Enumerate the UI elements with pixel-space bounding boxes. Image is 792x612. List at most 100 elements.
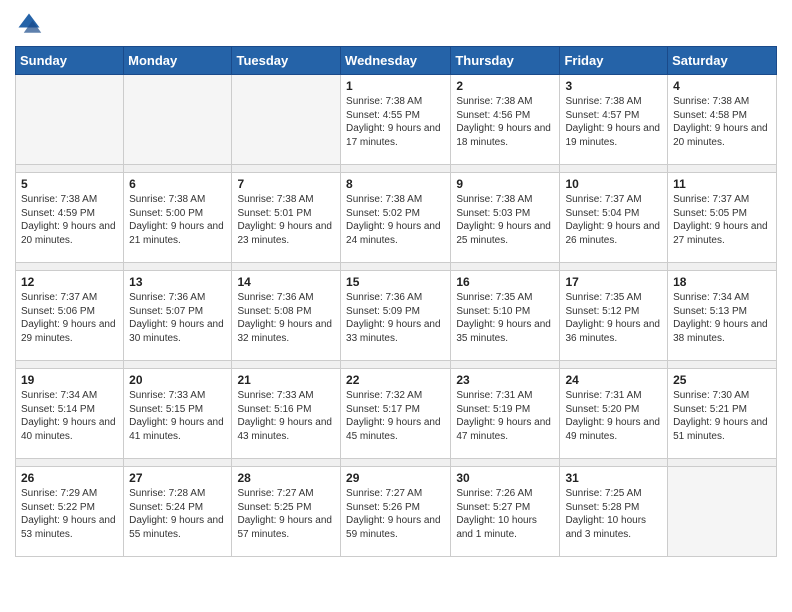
day-info: Sunrise: 7:26 AM Sunset: 5:27 PM Dayligh…: [456, 487, 554, 541]
day-number: 23: [456, 373, 554, 387]
day-number: 16: [456, 275, 554, 289]
week-row-2: 5Sunrise: 7:38 AM Sunset: 4:59 PM Daylig…: [16, 173, 777, 263]
day-number: 13: [129, 275, 226, 289]
day-number: 20: [129, 373, 226, 387]
day-number: 24: [565, 373, 662, 387]
day-cell: 6Sunrise: 7:38 AM Sunset: 5:00 PM Daylig…: [124, 173, 232, 263]
day-info: Sunrise: 7:37 AM Sunset: 5:06 PM Dayligh…: [21, 291, 118, 345]
day-info: Sunrise: 7:38 AM Sunset: 4:55 PM Dayligh…: [346, 95, 445, 149]
day-info: Sunrise: 7:33 AM Sunset: 5:15 PM Dayligh…: [129, 389, 226, 443]
day-info: Sunrise: 7:38 AM Sunset: 5:02 PM Dayligh…: [346, 193, 445, 247]
day-number: 30: [456, 471, 554, 485]
day-number: 22: [346, 373, 445, 387]
day-cell: 19Sunrise: 7:34 AM Sunset: 5:14 PM Dayli…: [16, 369, 124, 459]
separator-cell: [124, 263, 232, 271]
separator-cell: [16, 165, 124, 173]
day-info: Sunrise: 7:37 AM Sunset: 5:04 PM Dayligh…: [565, 193, 662, 247]
weekday-header-tuesday: Tuesday: [232, 47, 341, 75]
weekday-header-sunday: Sunday: [16, 47, 124, 75]
day-cell: 3Sunrise: 7:38 AM Sunset: 4:57 PM Daylig…: [560, 75, 668, 165]
weekday-header-wednesday: Wednesday: [341, 47, 451, 75]
separator-cell: [451, 361, 560, 369]
separator-cell: [232, 165, 341, 173]
day-info: Sunrise: 7:38 AM Sunset: 5:01 PM Dayligh…: [237, 193, 335, 247]
week-separator-row: [16, 459, 777, 467]
separator-cell: [124, 165, 232, 173]
day-number: 14: [237, 275, 335, 289]
day-number: 7: [237, 177, 335, 191]
day-number: 9: [456, 177, 554, 191]
separator-cell: [560, 263, 668, 271]
day-number: 28: [237, 471, 335, 485]
week-row-3: 12Sunrise: 7:37 AM Sunset: 5:06 PM Dayli…: [16, 271, 777, 361]
week-row-1: 1 Sunrise: 7:38 AM Sunset: 4:55 PM Daylig…: [16, 75, 777, 165]
separator-cell: [341, 459, 451, 467]
day-number: 8: [346, 177, 445, 191]
header: [15, 10, 777, 38]
day-number: 31: [565, 471, 662, 485]
day-info: Sunrise: 7:28 AM Sunset: 5:24 PM Dayligh…: [129, 487, 226, 541]
day-cell: 21Sunrise: 7:33 AM Sunset: 5:16 PM Dayli…: [232, 369, 341, 459]
week-separator-row: [16, 263, 777, 271]
day-info: Sunrise: 7:33 AM Sunset: 5:16 PM Dayligh…: [237, 389, 335, 443]
day-cell: [16, 75, 124, 165]
day-info: Sunrise: 7:34 AM Sunset: 5:13 PM Dayligh…: [673, 291, 771, 345]
separator-cell: [16, 263, 124, 271]
weekday-header-friday: Friday: [560, 47, 668, 75]
weekday-header-saturday: Saturday: [668, 47, 777, 75]
day-info: Sunrise: 7:36 AM Sunset: 5:09 PM Dayligh…: [346, 291, 445, 345]
day-info: Sunrise: 7:25 AM Sunset: 5:28 PM Dayligh…: [565, 487, 662, 541]
week-separator-row: [16, 361, 777, 369]
day-info: Sunrise: 7:31 AM Sunset: 5:20 PM Dayligh…: [565, 389, 662, 443]
day-cell: 14Sunrise: 7:36 AM Sunset: 5:08 PM Dayli…: [232, 271, 341, 361]
day-number: 27: [129, 471, 226, 485]
day-cell: [124, 75, 232, 165]
day-cell: 31 Sunrise: 7:25 AM Sunset: 5:28 PM Dayli…: [560, 467, 668, 557]
separator-cell: [341, 165, 451, 173]
day-number: 15: [346, 275, 445, 289]
day-cell: 15 Sunrise: 7:36 AM Sunset: 5:09 PM Dayli…: [341, 271, 451, 361]
separator-cell: [124, 361, 232, 369]
day-cell: 16Sunrise: 7:35 AM Sunset: 5:10 PM Dayli…: [451, 271, 560, 361]
day-number: 5: [21, 177, 118, 191]
day-cell: 1 Sunrise: 7:38 AM Sunset: 4:55 PM Daylig…: [341, 75, 451, 165]
day-number: 29: [346, 471, 445, 485]
day-cell: 22 Sunrise: 7:32 AM Sunset: 5:17 PM Dayli…: [341, 369, 451, 459]
day-cell: 24 Sunrise: 7:31 AM Sunset: 5:20 PM Dayli…: [560, 369, 668, 459]
day-info: Sunrise: 7:29 AM Sunset: 5:22 PM Dayligh…: [21, 487, 118, 541]
separator-cell: [16, 459, 124, 467]
day-info: Sunrise: 7:35 AM Sunset: 5:12 PM Dayligh…: [565, 291, 662, 345]
day-number: 11: [673, 177, 771, 191]
day-info: Sunrise: 7:32 AM Sunset: 5:17 PM Dayligh…: [346, 389, 445, 443]
calendar-table: SundayMondayTuesdayWednesdayThursdayFrid…: [15, 46, 777, 557]
day-info: Sunrise: 7:38 AM Sunset: 4:58 PM Dayligh…: [673, 95, 771, 149]
day-cell: 9Sunrise: 7:38 AM Sunset: 5:03 PM Daylig…: [451, 173, 560, 263]
day-info: Sunrise: 7:34 AM Sunset: 5:14 PM Dayligh…: [21, 389, 118, 443]
day-cell: 23 Sunrise: 7:31 AM Sunset: 5:19 PM Dayli…: [451, 369, 560, 459]
day-cell: 17Sunrise: 7:35 AM Sunset: 5:12 PM Dayli…: [560, 271, 668, 361]
day-info: Sunrise: 7:38 AM Sunset: 4:56 PM Dayligh…: [456, 95, 554, 149]
day-cell: 20 Sunrise: 7:33 AM Sunset: 5:15 PM Dayli…: [124, 369, 232, 459]
day-cell: 11Sunrise: 7:37 AM Sunset: 5:05 PM Dayli…: [668, 173, 777, 263]
separator-cell: [341, 361, 451, 369]
day-cell: 29Sunrise: 7:27 AM Sunset: 5:26 PM Dayli…: [341, 467, 451, 557]
day-cell: 2Sunrise: 7:38 AM Sunset: 4:56 PM Daylig…: [451, 75, 560, 165]
day-cell: [668, 467, 777, 557]
separator-cell: [341, 263, 451, 271]
day-cell: [232, 75, 341, 165]
day-info: Sunrise: 7:31 AM Sunset: 5:19 PM Dayligh…: [456, 389, 554, 443]
day-number: 1: [346, 79, 445, 93]
day-number: 4: [673, 79, 771, 93]
separator-cell: [232, 459, 341, 467]
separator-cell: [16, 361, 124, 369]
day-cell: 13 Sunrise: 7:36 AM Sunset: 5:07 PM Dayli…: [124, 271, 232, 361]
separator-cell: [668, 263, 777, 271]
day-number: 25: [673, 373, 771, 387]
day-info: Sunrise: 7:30 AM Sunset: 5:21 PM Dayligh…: [673, 389, 771, 443]
day-cell: 5Sunrise: 7:38 AM Sunset: 4:59 PM Daylig…: [16, 173, 124, 263]
day-info: Sunrise: 7:36 AM Sunset: 5:07 PM Dayligh…: [129, 291, 226, 345]
day-number: 3: [565, 79, 662, 93]
day-number: 26: [21, 471, 118, 485]
weekday-header-row: SundayMondayTuesdayWednesdayThursdayFrid…: [16, 47, 777, 75]
separator-cell: [560, 459, 668, 467]
